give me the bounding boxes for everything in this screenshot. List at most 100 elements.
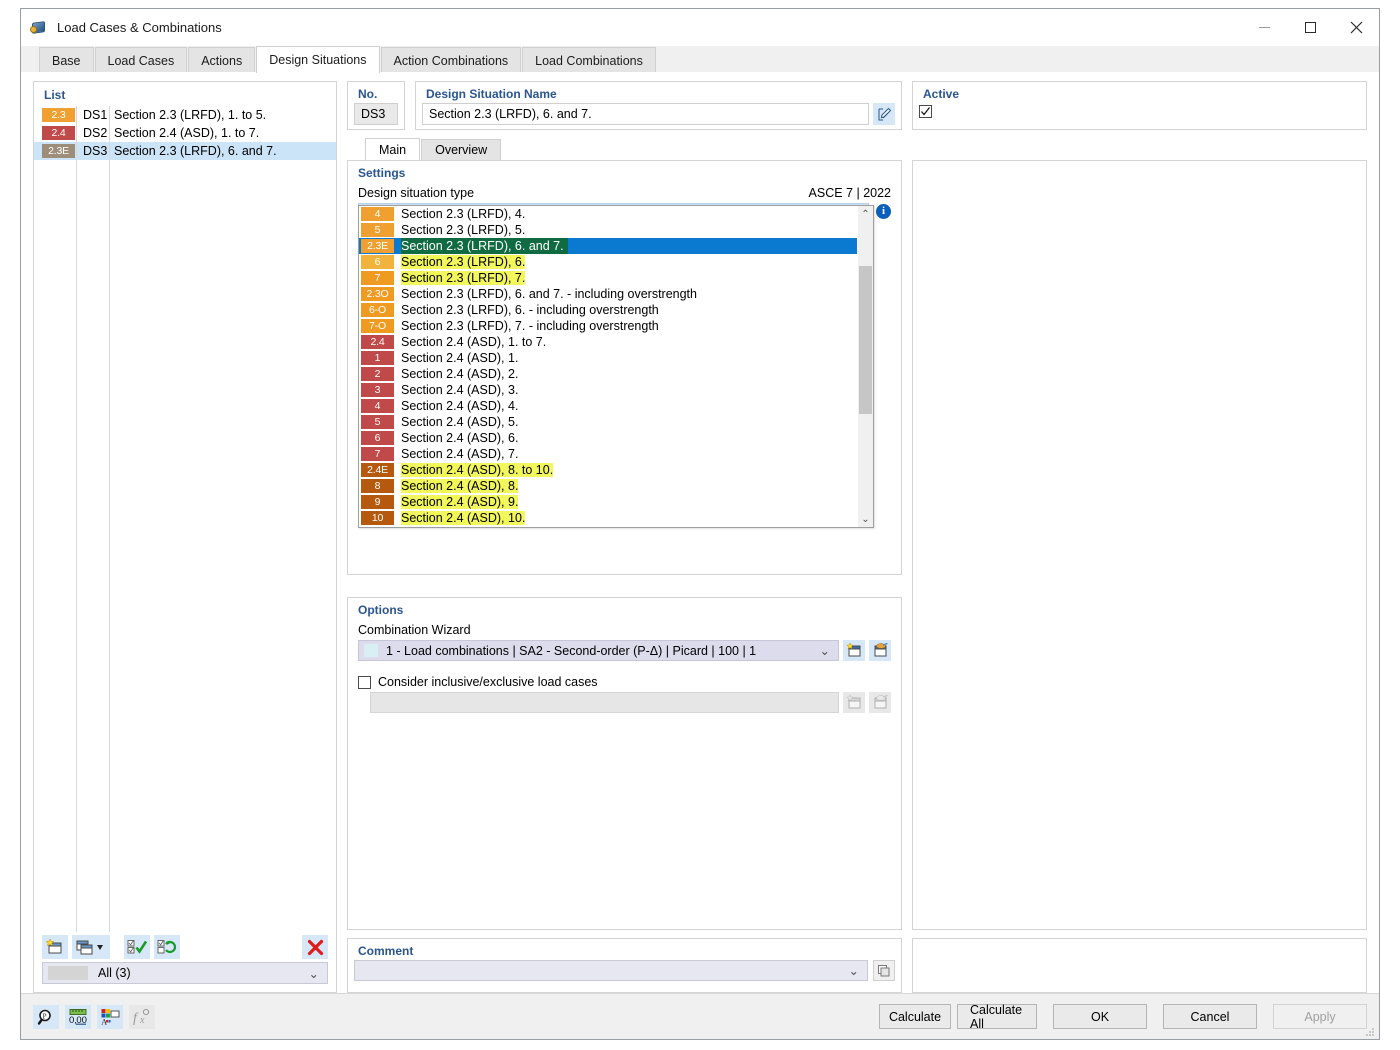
tab-label: Action Combinations bbox=[393, 53, 509, 68]
consider-inclusive-checkbox[interactable] bbox=[358, 675, 371, 689]
dropdown-item[interactable]: 1 Section 2.4 (ASD), 1. bbox=[359, 350, 857, 366]
dropdown-item[interactable]: 4 Section 2.4 (ASD), 4. bbox=[359, 398, 857, 414]
edit-combination-wizard-button[interactable] bbox=[869, 640, 891, 661]
maximize-button[interactable] bbox=[1287, 9, 1333, 46]
units-button[interactable]: 0, 00 bbox=[65, 1004, 91, 1029]
item-badge: 9 bbox=[361, 495, 394, 509]
dropdown-item[interactable]: 2.4 Section 2.4 (ASD), 1. to 7. bbox=[359, 334, 857, 350]
item-label: Section 2.3 (LRFD), 7. bbox=[401, 271, 526, 285]
list-item[interactable]: 2.4 DS2 Section 2.4 (ASD), 1. to 7. bbox=[34, 124, 336, 142]
list-filter-combo[interactable]: All (3) ⌄ bbox=[42, 962, 328, 984]
ok-button[interactable]: OK bbox=[1053, 1004, 1147, 1029]
scrollbar-track[interactable] bbox=[858, 222, 873, 511]
invert-selection-button[interactable] bbox=[154, 935, 180, 959]
close-button[interactable] bbox=[1333, 9, 1379, 46]
design-situation-name-label: Design Situation Name bbox=[426, 87, 557, 101]
info-icon[interactable]: i bbox=[876, 203, 891, 219]
design-situation-name-input[interactable]: Section 2.3 (LRFD), 6. and 7. bbox=[422, 103, 869, 125]
item-label: Section 2.3 (LRFD), 6. and 7. - includin… bbox=[401, 287, 697, 301]
copy-design-situation-button[interactable] bbox=[72, 935, 110, 959]
find-button[interactable]: P bbox=[33, 1004, 59, 1029]
dropdown-item[interactable]: 2.3O Section 2.3 (LRFD), 6. and 7. - incl… bbox=[359, 286, 857, 302]
combination-wizard-row: 1 - Load combinations | SA2 - Second-ord… bbox=[358, 640, 891, 661]
item-badge: 10 bbox=[361, 511, 394, 525]
preview-area bbox=[912, 160, 1367, 930]
dropdown-item[interactable]: 7 Section 2.4 (ASD), 7. bbox=[359, 446, 857, 462]
item-badge: 2 bbox=[361, 367, 394, 381]
scroll-down-button[interactable]: ⌄ bbox=[858, 511, 873, 527]
window-controls bbox=[1241, 9, 1379, 46]
dropdown-item[interactable]: 6-O Section 2.3 (LRFD), 6. - including ov… bbox=[359, 302, 857, 318]
list-item-selected[interactable]: 2.3E DS3 Section 2.3 (LRFD), 6. and 7. bbox=[34, 142, 336, 160]
list-item[interactable]: 2.3 DS1 Section 2.3 (LRFD), 1. to 5. bbox=[34, 106, 336, 124]
tab-load-cases[interactable]: Load Cases bbox=[94, 47, 188, 73]
item-label: Section 2.3 (LRFD), 4. bbox=[401, 207, 526, 221]
formula-button: f x bbox=[129, 1004, 155, 1029]
minimize-button[interactable] bbox=[1241, 9, 1287, 46]
dropdown-item[interactable]: 10 Section 2.4 (ASD), 10. bbox=[359, 510, 857, 526]
new-combination-wizard-button[interactable] bbox=[843, 640, 865, 661]
chevron-down-icon bbox=[97, 945, 103, 950]
combination-wizard-combo[interactable]: 1 - Load combinations | SA2 - Second-ord… bbox=[358, 640, 839, 661]
item-badge: 7 bbox=[361, 271, 394, 285]
delete-button[interactable] bbox=[302, 935, 328, 959]
color-palette-icon: A bbox=[101, 1008, 120, 1026]
calculate-all-button[interactable]: Calculate All bbox=[957, 1003, 1037, 1031]
item-label: Section 2.3 (LRFD), 7. - including overs… bbox=[401, 319, 659, 333]
new-item-icon-disabled bbox=[845, 695, 860, 709]
active-checkbox[interactable] bbox=[919, 105, 932, 118]
window-title: Load Cases & Combinations bbox=[57, 19, 222, 35]
comment-input[interactable]: ⌄ bbox=[354, 960, 868, 981]
svg-text:P: P bbox=[43, 1012, 47, 1020]
comment-library-button[interactable] bbox=[873, 960, 895, 981]
dropdown-item[interactable]: 6 Section 2.3 (LRFD), 6. bbox=[359, 254, 857, 270]
item-label: Section 2.4 (ASD), 8. to 10. bbox=[401, 463, 554, 477]
dropdown-item-selected[interactable]: 2.3E Section 2.3 (LRFD), 6. and 7. bbox=[359, 238, 857, 254]
scroll-up-button[interactable]: ⌃ bbox=[858, 206, 873, 222]
dropdown-item[interactable]: 5 Section 2.4 (ASD), 5. bbox=[359, 414, 857, 430]
dropdown-item[interactable]: 8 Section 2.4 (ASD), 8. bbox=[359, 478, 857, 494]
scrollbar-thumb[interactable] bbox=[859, 266, 872, 414]
item-badge: 1 bbox=[361, 351, 394, 365]
item-label: Section 2.4 (ASD), 9. bbox=[401, 495, 519, 509]
tab-design-situations[interactable]: Design Situations bbox=[256, 46, 380, 73]
dropdown-item[interactable]: 7-O Section 2.3 (LRFD), 7. - including ov… bbox=[359, 318, 857, 334]
dropdown-item[interactable]: 7 Section 2.3 (LRFD), 7. bbox=[359, 270, 857, 286]
consider-inclusive-label: Consider inclusive/exclusive load cases bbox=[378, 675, 598, 689]
delete-x-icon bbox=[307, 939, 323, 955]
tab-overview[interactable]: Overview bbox=[421, 139, 502, 160]
item-label: Section 2.4 (ASD), 1. to 7. bbox=[401, 335, 547, 349]
calculate-button[interactable]: Calculate bbox=[879, 1004, 951, 1029]
dropdown-item[interactable]: 9 Section 2.4 (ASD), 9. bbox=[359, 494, 857, 510]
title-bar: Load Cases & Combinations bbox=[21, 9, 1379, 46]
resize-grip[interactable] bbox=[1365, 1026, 1375, 1036]
display-properties-button[interactable]: A bbox=[97, 1004, 123, 1029]
edit-pencil-icon bbox=[878, 107, 891, 120]
item-label: Section 2.3 (LRFD), 6. and 7. bbox=[401, 238, 568, 254]
select-all-button[interactable] bbox=[124, 935, 150, 959]
options-group: Options Combination Wizard 1 - Load comb… bbox=[347, 597, 902, 930]
design-situation-type-row: Design situation type ASCE 7 | 2022 bbox=[348, 186, 901, 200]
tab-label: Main bbox=[379, 142, 407, 157]
tab-actions[interactable]: Actions bbox=[188, 47, 256, 73]
dropdown-item[interactable]: 4 Section 2.3 (LRFD), 4. bbox=[359, 206, 857, 222]
dropdown-item[interactable]: 2 Section 2.4 (ASD), 2. bbox=[359, 366, 857, 382]
comment-group: Comment ⌄ bbox=[347, 938, 902, 993]
cancel-button[interactable]: Cancel bbox=[1163, 1004, 1257, 1029]
new-design-situation-button[interactable] bbox=[42, 935, 68, 959]
button-label: Cancel bbox=[1190, 1009, 1230, 1024]
no-value: DS3 bbox=[354, 103, 398, 125]
edit-name-button[interactable] bbox=[873, 103, 895, 125]
tab-base[interactable]: Base bbox=[39, 47, 94, 73]
tab-load-combinations[interactable]: Load Combinations bbox=[522, 47, 656, 73]
dropdown-item[interactable]: 6 Section 2.4 (ASD), 6. bbox=[359, 430, 857, 446]
tab-main[interactable]: Main bbox=[365, 138, 421, 160]
tab-action-combinations[interactable]: Action Combinations bbox=[380, 47, 522, 73]
item-badge: 5 bbox=[361, 223, 394, 237]
options-title: Options bbox=[358, 603, 404, 617]
dropdown-scrollbar[interactable]: ⌃ ⌄ bbox=[857, 206, 873, 527]
dropdown-item[interactable]: 3 Section 2.4 (ASD), 3. bbox=[359, 382, 857, 398]
design-situation-type-dropdown[interactable]: 4 Section 2.3 (LRFD), 4. 5 Section 2.3 (LR… bbox=[358, 205, 874, 528]
dropdown-item[interactable]: 2.4E Section 2.4 (ASD), 8. to 10. bbox=[359, 462, 857, 478]
dropdown-item[interactable]: 5 Section 2.3 (LRFD), 5. bbox=[359, 222, 857, 238]
